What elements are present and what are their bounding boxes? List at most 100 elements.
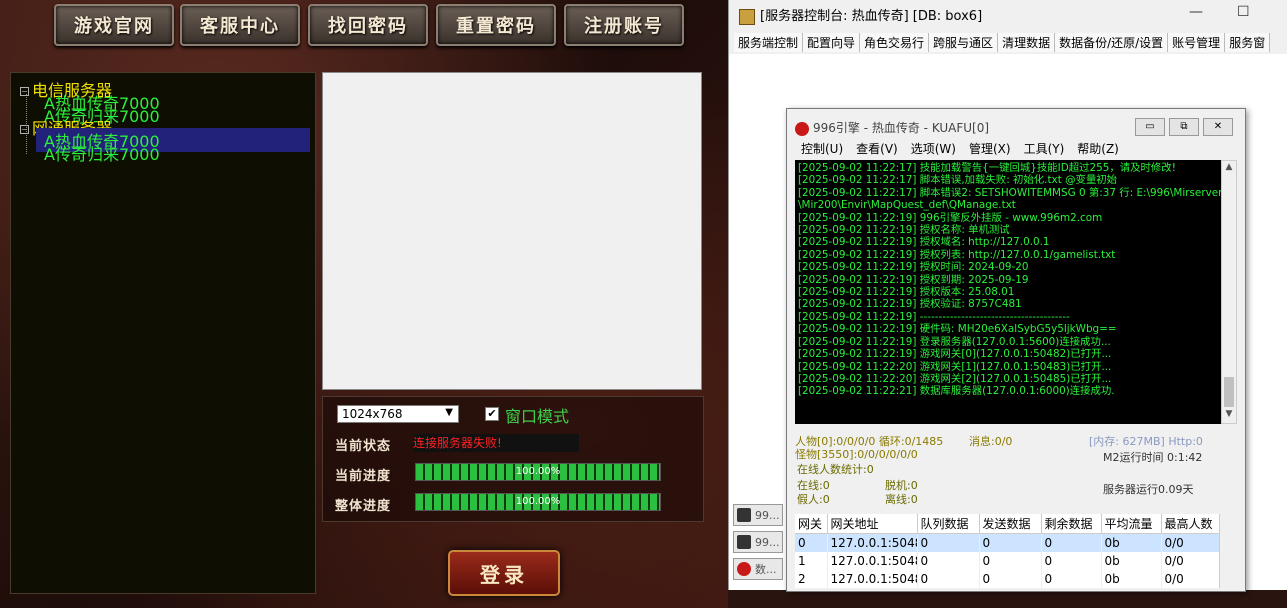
table-cell: 0 (917, 552, 980, 570)
tab-service-window[interactable]: 服务窗 (1225, 33, 1271, 52)
table-cell: 0 (917, 570, 980, 588)
column-header[interactable]: 最高人数 (1161, 514, 1220, 534)
table-cell: 0 (979, 570, 1042, 588)
total-progress-label: 整体进度 (335, 499, 392, 514)
menu-options[interactable]: 选项(W) (911, 140, 956, 157)
table-cell: 0 (795, 533, 828, 552)
side-tab-engine[interactable]: 99... (733, 531, 783, 553)
tree-item-server[interactable]: A传奇归来7000 (44, 141, 160, 165)
column-header[interactable]: 发送数据 (979, 514, 1042, 534)
table-cell: 127.0.0.1:50483 (827, 552, 918, 570)
status-label: 当前状态 (335, 439, 392, 454)
tab-config-wizard[interactable]: 配置向导 (803, 33, 861, 52)
table-scrollbar[interactable] (1219, 514, 1236, 588)
register-account-button[interactable]: 注册账号 (564, 4, 684, 46)
close-icon[interactable]: ✕ (1203, 118, 1233, 136)
column-header[interactable]: 网关地址 (827, 514, 918, 534)
table-cell: 0/0 (1161, 570, 1220, 588)
minimize-icon[interactable]: — (1189, 4, 1203, 20)
log-console[interactable]: [2025-09-02 11:22:17] 技能加载警告{一键回城}技能ID超过… (795, 160, 1221, 424)
stat-m2-runtime: M2运行时间 0:1:42 (1103, 451, 1203, 464)
table-cell: 0/0 (1161, 552, 1220, 570)
window-title-text: [服务器控制台: 热血传奇] [DB: box6] (760, 9, 983, 24)
log-line: [2025-09-02 11:22:20] 游戏网关[1](127.0.0.1:… (798, 360, 1112, 373)
log-line: [2025-09-02 11:22:19] 授权列表: http://127.0… (798, 248, 1116, 261)
stat-server-runtime: 服务器运行0.09天 (1103, 483, 1194, 496)
minimize-icon[interactable]: ▭ (1135, 118, 1165, 136)
side-tab-database[interactable]: 数... (733, 558, 783, 580)
log-line: [2025-09-02 11:22:19] 授权域名: http://127.0… (798, 236, 1050, 249)
tab-cross-server[interactable]: 跨服与通区 (929, 33, 999, 52)
column-header[interactable]: 队列数据 (917, 514, 980, 534)
table-cell: 1 (795, 552, 828, 570)
table-cell: 0 (979, 533, 1042, 552)
log-line: [2025-09-02 11:22:19] 996引擎反外挂版 - www.99… (798, 211, 1103, 224)
status-value: 连接服务器失败! (413, 434, 579, 452)
log-line: [2025-09-02 11:22:19] 登录服务器(127.0.0.1:56… (798, 335, 1111, 348)
resolution-value: 1024x768 (342, 407, 403, 421)
customer-service-button[interactable]: 客服中心 (180, 4, 300, 46)
recover-password-button[interactable]: 找回密码 (308, 4, 428, 46)
log-line: [2025-09-02 11:22:19] 游戏网关[0](127.0.0.1:… (798, 348, 1112, 361)
stat-online-total: 在线人数统计:0 (797, 463, 874, 476)
menu-help[interactable]: 帮助(Z) (1077, 140, 1119, 157)
tab-backup[interactable]: 数据备份/还原/设置 (1055, 33, 1169, 52)
window-title: [服务器控制台: 热血传奇] [DB: box6] (739, 5, 982, 25)
table-row[interactable]: 1 127.0.0.1:50483 0 0 0 0b 0/0 (795, 552, 1220, 570)
log-line: [2025-09-02 11:22:17] 技能加载警告{一键回城}技能ID超过… (798, 162, 1176, 174)
engine-logo-icon (795, 121, 809, 136)
settings-panel: 1024x768 ▼ ✔ 窗口模式 当前状态 连接服务器失败! 当前进度 100… (322, 396, 704, 522)
tab-server-control[interactable]: 服务端控制 (734, 33, 804, 52)
side-tab-engine[interactable]: 99... (733, 504, 783, 526)
engine-icon (737, 508, 751, 522)
scroll-down-icon[interactable]: ▼ (1222, 409, 1236, 419)
current-progress-label: 当前进度 (335, 469, 392, 484)
table-cell: 0 (917, 533, 980, 552)
table-cell: 0 (1041, 570, 1102, 588)
table-cell: 2 (795, 570, 828, 588)
column-header[interactable]: 平均流量 (1101, 514, 1162, 534)
engine-title-text: 996引擎 - 热血传奇 - KUAFU[0] (813, 121, 990, 135)
reset-password-button[interactable]: 重置密码 (436, 4, 556, 46)
log-line: \Mir200\Envir\MapQuest_def\QManage.txt (798, 199, 1016, 212)
notice-panel (322, 72, 702, 390)
tab-account[interactable]: 账号管理 (1168, 33, 1226, 52)
database-icon (737, 562, 751, 576)
window-mode-checkbox[interactable]: ✔ (485, 407, 499, 421)
scroll-up-icon[interactable]: ▲ (1222, 162, 1236, 172)
table-cell: 0b (1101, 570, 1162, 588)
side-tab-label: 99... (755, 508, 780, 522)
menu-view[interactable]: 查看(V) (856, 140, 898, 157)
total-progress-bar: 100.00% (415, 493, 661, 511)
tab-clean-data[interactable]: 清理数据 (998, 33, 1056, 52)
maximize-icon[interactable]: ☐ (1237, 4, 1250, 20)
table-row[interactable]: 0 127.0.0.1:50482 0 0 0 0b 0/0 (795, 533, 1220, 552)
control-tabs: 服务端控制 配置向导 角色交易行 跨服与通区 清理数据 数据备份/还原/设置 账… (734, 33, 1271, 52)
app-icon (739, 8, 755, 25)
menu-control[interactable]: 控制(U) (801, 140, 843, 157)
column-header[interactable]: 网关 (795, 514, 828, 534)
collapse-icon[interactable]: − (20, 87, 29, 96)
resolution-select[interactable]: 1024x768 ▼ (337, 405, 459, 423)
log-scrollbar[interactable]: ▲ ▼ (1221, 160, 1237, 424)
table-row[interactable]: 2 127.0.0.1:50485 0 0 0 0b 0/0 (795, 570, 1220, 588)
log-line: [2025-09-02 11:22:20] 游戏网关[2](127.0.0.1:… (798, 372, 1112, 385)
table-cell: 0/0 (1161, 533, 1220, 552)
official-site-button[interactable]: 游戏官网 (54, 4, 174, 46)
current-progress-value: 100.00% (515, 466, 561, 477)
restore-icon[interactable]: ⧉ (1169, 118, 1199, 136)
column-header[interactable]: 剩余数据 (1041, 514, 1102, 534)
log-line: [2025-09-02 11:22:17] 脚本错误2: SETSHOWITEM… (798, 186, 1221, 199)
tab-trade[interactable]: 角色交易行 (860, 33, 930, 52)
table-cell: 0 (1041, 533, 1102, 552)
login-button[interactable]: 登录 (448, 550, 560, 596)
engine-window: 996引擎 - 热血传奇 - KUAFU[0] ▭ ⧉ ✕ 控制(U) 查看(V… (786, 108, 1246, 592)
scroll-thumb[interactable] (1224, 377, 1234, 407)
menu-tools[interactable]: 工具(Y) (1024, 140, 1065, 157)
collapse-icon[interactable]: − (20, 125, 29, 134)
side-tab-label: 数... (755, 563, 777, 576)
current-progress-bar: 100.00% (415, 463, 661, 481)
engine-menu: 控制(U) 查看(V) 选项(W) 管理(X) 工具(Y) 帮助(Z) (801, 140, 1119, 157)
log-line: [2025-09-02 11:22:17] 脚本错误,加载失败: 初始化.txt… (798, 174, 1118, 187)
menu-manage[interactable]: 管理(X) (969, 140, 1011, 157)
